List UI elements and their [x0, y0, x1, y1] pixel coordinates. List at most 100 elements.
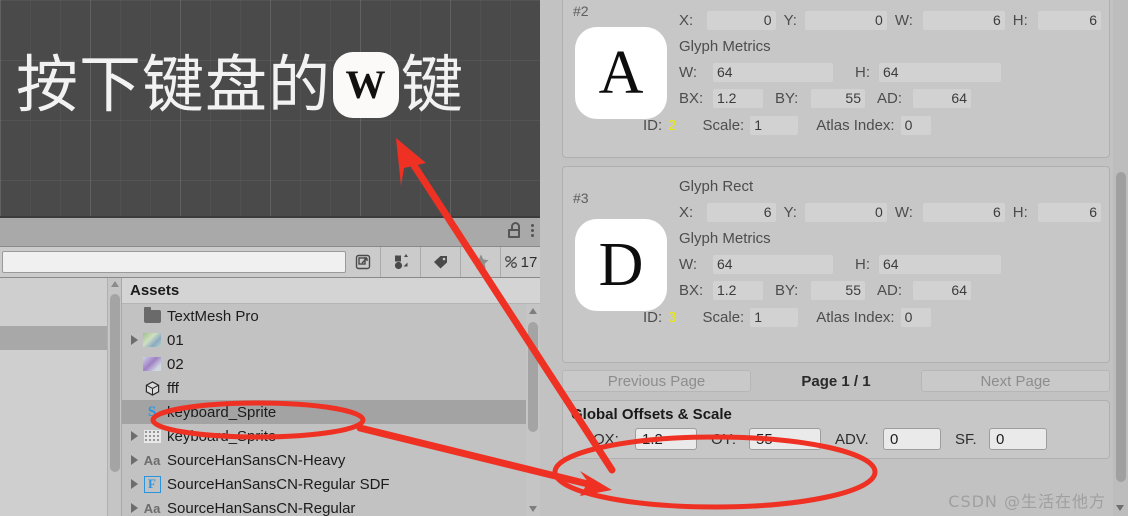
- glyph-atlas-field[interactable]: 0: [900, 307, 931, 327]
- glyph-rect-w-label: W:: [894, 11, 913, 29]
- asset-label: TextMesh Pro: [167, 307, 259, 325]
- glyph-rect-h-field[interactable]: 6: [1037, 202, 1101, 222]
- scroll-down-arrow-icon[interactable]: [529, 506, 537, 512]
- glyph-metrics-title: Glyph Metrics: [679, 229, 771, 247]
- glyph-rect-y-field[interactable]: 0: [805, 10, 887, 30]
- metrics-by-field[interactable]: 55: [811, 88, 865, 108]
- project-toolbar: 17: [0, 246, 540, 278]
- glyph-scale-field[interactable]: 1: [750, 307, 799, 327]
- glyph-rect-w-field[interactable]: 6: [923, 10, 1005, 30]
- tree-row-selected[interactable]: [0, 326, 121, 350]
- assets-scrollbar[interactable]: [526, 304, 540, 516]
- label-filter-icon[interactable]: [420, 247, 460, 277]
- list-item[interactable]: keyboard_Sprite: [122, 424, 540, 448]
- tree-row[interactable]: [0, 350, 121, 374]
- font-icon: Aa: [143, 500, 161, 516]
- list-item[interactable]: fff: [122, 376, 540, 400]
- glyph-rect-w-field[interactable]: 6: [923, 202, 1005, 222]
- list-item[interactable]: F SourceHanSansCN-Regular SDF: [122, 472, 540, 496]
- metrics-h-label: H:: [855, 255, 870, 273]
- zoom-count-label: 17: [520, 253, 538, 271]
- inspector-panel: #2 A X: 0 Y: 0 W: 6 H: 6 Glyph Metrics W…: [540, 0, 1128, 516]
- inspector-scrollbar[interactable]: [1113, 0, 1128, 516]
- tree-row[interactable]: [0, 302, 121, 326]
- glyph-metrics-bearing-row: BX: 1.2 BY: 55 AD: 64: [679, 277, 1101, 303]
- foldout-arrow-icon[interactable]: [126, 503, 142, 513]
- glyph-rect-y-field[interactable]: 0: [805, 202, 887, 222]
- asset-type-filter-icon[interactable]: [380, 247, 420, 277]
- glyph-metrics-wh-row: W: 64 H: 64: [679, 251, 1101, 277]
- global-offsets-box: Global Offsets & Scale OX: 1.2 OY: 55 AD…: [562, 400, 1110, 459]
- list-item[interactable]: Aa SourceHanSansCN-Heavy: [122, 448, 540, 472]
- global-oy-label: OY:: [711, 430, 737, 448]
- glyph-rect-x-field[interactable]: 6: [707, 202, 776, 222]
- metrics-h-field[interactable]: 64: [879, 254, 1001, 274]
- glyph-rect-w-label: W:: [894, 203, 913, 221]
- list-item[interactable]: 02: [122, 352, 540, 376]
- scroll-up-arrow-icon[interactable]: [111, 281, 119, 287]
- metrics-h-field[interactable]: 64: [879, 62, 1001, 82]
- game-text-after: 键: [401, 48, 465, 121]
- glyph-id-row: ID: 3 Scale: 1 Atlas Index: 0: [627, 303, 1101, 331]
- glyph-index-label: #2: [573, 3, 589, 19]
- metrics-by-label: BY:: [775, 281, 799, 299]
- glyph-rect-h-field[interactable]: 6: [1037, 10, 1101, 30]
- glyph-scale-label: Scale:: [702, 308, 745, 326]
- scroll-up-arrow-icon[interactable]: [529, 308, 537, 314]
- zoom-level-indicator[interactable]: 17: [500, 247, 540, 277]
- foldout-arrow-icon[interactable]: [126, 335, 142, 345]
- lock-icon[interactable]: [507, 222, 521, 238]
- asset-label: fff: [167, 379, 179, 397]
- game-view[interactable]: 按下键盘的 W 键: [0, 0, 540, 216]
- glyph-rect-x-field[interactable]: 0: [707, 10, 776, 30]
- foldout-arrow-icon[interactable]: [126, 455, 142, 465]
- metrics-w-field[interactable]: 64: [713, 62, 833, 82]
- list-item[interactable]: TextMesh Pro: [122, 304, 540, 328]
- project-window-header-icons: [507, 222, 534, 238]
- favorite-star-icon[interactable]: [460, 247, 500, 277]
- game-text-before: 按下键盘的: [16, 48, 332, 121]
- asset-label: keyboard_Sprite: [167, 427, 277, 445]
- scroll-thumb[interactable]: [1116, 172, 1126, 482]
- metrics-h-label: H:: [855, 63, 870, 81]
- tree-scrollbar[interactable]: [107, 278, 121, 516]
- keycap-w: W: [333, 52, 400, 118]
- search-expand-icon[interactable]: [346, 247, 380, 277]
- metrics-ad-field[interactable]: 64: [913, 88, 971, 108]
- list-item[interactable]: 01: [122, 328, 540, 352]
- glyph-card[interactable]: #2 A X: 0 Y: 0 W: 6 H: 6 Glyph Metrics W…: [562, 0, 1110, 158]
- previous-page-button[interactable]: Previous Page: [562, 370, 751, 392]
- scroll-thumb[interactable]: [528, 322, 538, 432]
- global-oy-field[interactable]: 55: [749, 428, 821, 450]
- glyph-id-label: ID:: [643, 116, 663, 134]
- glyph-id-label: ID:: [643, 308, 663, 326]
- scroll-down-arrow-icon[interactable]: [1116, 505, 1124, 511]
- global-ox-field[interactable]: 1.2: [635, 428, 697, 450]
- asset-label: 02: [167, 355, 184, 373]
- list-item[interactable]: Aa SourceHanSansCN-Regular: [122, 496, 540, 516]
- metrics-bx-field[interactable]: 1.2: [713, 88, 763, 108]
- metrics-by-field[interactable]: 55: [811, 280, 865, 300]
- list-item-selected[interactable]: S keyboard_Sprite: [122, 400, 540, 424]
- tree-row[interactable]: [0, 278, 121, 302]
- global-adv-field[interactable]: 0: [883, 428, 941, 450]
- glyph-scale-label: Scale:: [702, 116, 745, 134]
- metrics-ad-field[interactable]: 64: [913, 280, 971, 300]
- foldout-arrow-icon[interactable]: [126, 431, 142, 441]
- glyph-atlas-field[interactable]: 0: [900, 115, 931, 135]
- inspector-content: #2 A X: 0 Y: 0 W: 6 H: 6 Glyph Metrics W…: [562, 0, 1110, 459]
- kebab-menu-icon[interactable]: [531, 223, 534, 237]
- metrics-w-field[interactable]: 64: [713, 254, 833, 274]
- search-input[interactable]: [2, 251, 346, 273]
- scroll-thumb[interactable]: [110, 294, 120, 472]
- glyph-rect-x-label: X:: [679, 11, 694, 29]
- assets-list: TextMesh Pro 01 02 fff S keyboard_Sprite…: [122, 304, 540, 516]
- metrics-bx-field[interactable]: 1.2: [713, 280, 763, 300]
- glyph-card[interactable]: #3 D Glyph Rect X: 6 Y: 0 W: 6 H: 6 Glyp…: [562, 166, 1110, 363]
- project-tree-pane[interactable]: [0, 278, 122, 516]
- foldout-arrow-icon[interactable]: [126, 479, 142, 489]
- glyph-scale-field[interactable]: 1: [750, 115, 799, 135]
- global-sf-field[interactable]: 0: [989, 428, 1047, 450]
- sprite-texture-icon: [142, 427, 162, 445]
- next-page-button[interactable]: Next Page: [921, 370, 1110, 392]
